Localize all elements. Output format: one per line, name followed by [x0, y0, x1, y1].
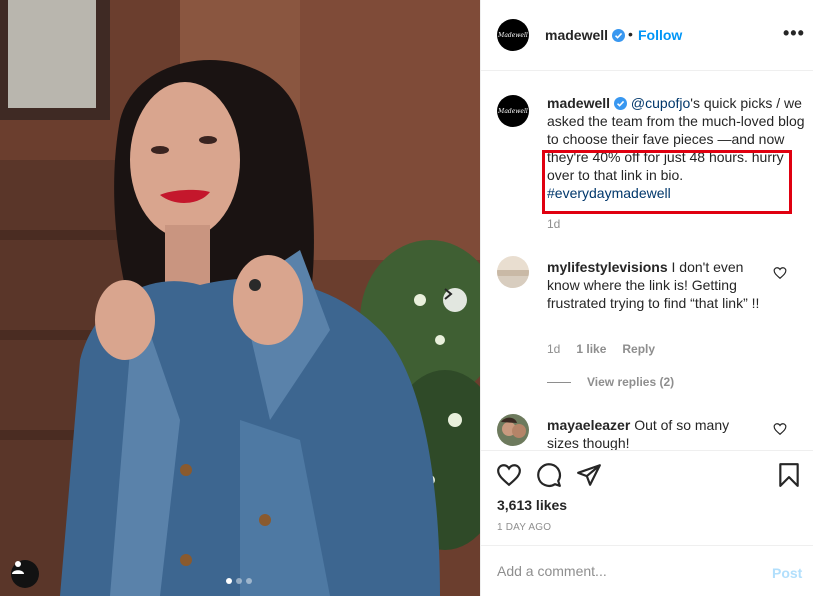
- like-button[interactable]: [496, 462, 522, 488]
- tagged-users-button[interactable]: [11, 560, 39, 588]
- verified-badge-icon: [614, 97, 628, 110]
- caption-timestamp: 1d: [547, 217, 561, 231]
- share-icon: [577, 464, 601, 486]
- comment-username[interactable]: mylifestylevisions: [547, 259, 668, 275]
- divider-line: [547, 381, 571, 383]
- post-header: Madewell madewell • Follow •••: [481, 0, 813, 71]
- reply-button[interactable]: Reply: [622, 342, 655, 356]
- save-button[interactable]: [776, 462, 802, 488]
- user-icon: [12, 561, 24, 574]
- post-side-panel: Madewell madewell • Follow ••• Madewell …: [480, 0, 813, 596]
- more-options-button[interactable]: •••: [783, 24, 805, 42]
- heart-icon[interactable]: [773, 266, 787, 280]
- comment-text: mayaeleazer Out of so many sizes though!: [547, 416, 762, 450]
- comment-timestamp: 1d: [547, 342, 561, 356]
- share-button[interactable]: [576, 462, 602, 488]
- caption-username[interactable]: madewell: [547, 95, 610, 111]
- likes-count[interactable]: 3,613 likes: [497, 497, 567, 513]
- add-comment-bar: Post: [481, 545, 813, 596]
- post-photo: [0, 0, 480, 596]
- bookmark-icon: [779, 463, 799, 487]
- heart-icon[interactable]: [773, 422, 787, 436]
- heart-icon: [497, 464, 521, 487]
- avatar-image: [497, 414, 529, 446]
- carousel-dot: [226, 578, 232, 584]
- commenter-avatar[interactable]: [497, 414, 529, 446]
- carousel-indicator: [226, 578, 252, 584]
- comment-button[interactable]: [536, 462, 562, 488]
- comment-meta: 1d 1 like Reply: [547, 342, 655, 356]
- caption-hashtag-link[interactable]: #everydaymadewell: [547, 185, 671, 201]
- comments-section[interactable]: Madewell madewell @cupofjo's quick picks…: [481, 72, 813, 450]
- post-comment-button[interactable]: Post: [772, 565, 802, 581]
- post-actions: 3,613 likes 1 DAY AGO: [481, 450, 813, 546]
- post-timestamp: 1 DAY AGO: [497, 522, 552, 533]
- view-replies-button[interactable]: View replies (2): [547, 375, 674, 389]
- chevron-right-icon: [444, 288, 453, 300]
- caption-text: madewell @cupofjo's quick picks / we ask…: [547, 94, 807, 202]
- header-username[interactable]: madewell: [545, 27, 626, 43]
- avatar-logo-text: Madewell: [498, 107, 528, 115]
- avatar-image: [497, 256, 529, 288]
- header-separator: •: [628, 26, 633, 42]
- photo-illustration: [0, 0, 480, 596]
- carousel-next-button[interactable]: [443, 288, 467, 312]
- verified-badge-icon: [612, 29, 626, 42]
- comment-icon: [537, 463, 561, 487]
- avatar[interactable]: Madewell: [497, 95, 529, 127]
- commenter-avatar[interactable]: [497, 256, 529, 288]
- comment-username[interactable]: mayaeleazer: [547, 417, 630, 433]
- follow-button[interactable]: Follow: [638, 27, 682, 43]
- avatar-logo-text: Madewell: [498, 31, 528, 39]
- comment-text: mylifestylevisions I don't even know whe…: [547, 258, 762, 312]
- username-text: madewell: [545, 27, 609, 43]
- carousel-dot: [246, 578, 252, 584]
- avatar[interactable]: Madewell: [497, 19, 529, 51]
- view-replies-label: View replies (2): [587, 375, 675, 389]
- caption-mention-link[interactable]: @cupofjo: [631, 95, 690, 111]
- comment-input[interactable]: [497, 562, 747, 580]
- comment-likes-count[interactable]: 1 like: [576, 342, 606, 356]
- carousel-dot: [236, 578, 242, 584]
